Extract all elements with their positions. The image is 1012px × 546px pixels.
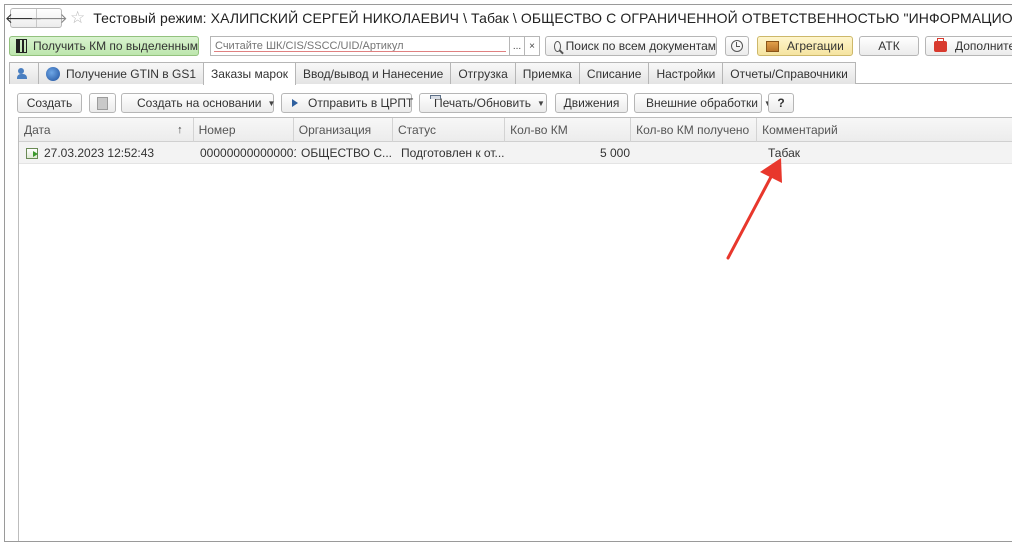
forward-button[interactable]: 🡒 (30, 9, 68, 27)
cell-text: 27.03.2023 12:52:43 (44, 146, 155, 160)
column-header-comment[interactable]: Комментарий (757, 118, 1012, 142)
tab-label: Настройки (656, 66, 716, 81)
briefcase-icon (934, 37, 947, 52)
tab-label: Списание (586, 66, 642, 81)
column-label: Дата (24, 123, 51, 137)
column-header-km-count[interactable]: Кол-во КМ (505, 118, 632, 142)
scan-clear-button[interactable]: × (524, 36, 540, 56)
column-header-date[interactable]: Дата ↑ (19, 118, 194, 142)
tab-reports[interactable]: Отчеты/Справочники (722, 62, 856, 84)
tab-label: Отчеты/Справочники (730, 66, 848, 81)
input-underline (214, 51, 506, 52)
tab-users[interactable] (9, 62, 39, 84)
search-all-documents-button[interactable]: Поиск по всем документам (545, 36, 717, 56)
tab-label: Приемка (522, 66, 572, 81)
forward-arrow-icon: 🡒 (30, 9, 68, 26)
atk-label: АТК (878, 39, 900, 53)
sort-ascending-icon: ↑ (177, 124, 183, 136)
tab-receiving[interactable]: Приемка (514, 62, 580, 84)
column-header-number[interactable]: Номер (194, 118, 294, 142)
app-window: 🡐 🡒 ☆ Тестовый режим: ХАЛИПСКИЙ СЕРГЕЙ Н… (4, 4, 1012, 542)
create-based-on-button[interactable]: Создать на основании ▼ (121, 93, 276, 113)
column-label: Кол-во КМ получено (636, 123, 750, 137)
movements-button[interactable]: Движения (555, 93, 628, 113)
orders-table: Дата ↑ Номер Организация Статус Кол-во К… (18, 117, 1012, 541)
additional-button[interactable]: Дополнител (925, 36, 1012, 56)
table-row[interactable]: 27.03.2023 12:52:43 000000000000001 ОБЩЕ… (19, 142, 1012, 164)
document-icon (97, 96, 108, 110)
scan-field[interactable] (210, 36, 510, 56)
search-icon (554, 40, 561, 52)
help-label: ? (777, 96, 785, 110)
column-label: Статус (398, 123, 436, 137)
column-header-organization[interactable]: Организация (294, 118, 394, 142)
column-header-km-received[interactable]: Кол-во КМ получено (631, 118, 758, 142)
nav-buttons: 🡐 🡒 (5, 8, 68, 28)
column-label: Комментарий (762, 123, 838, 137)
tab-orders[interactable]: Заказы марок (203, 62, 296, 85)
copy-button[interactable] (89, 93, 116, 113)
get-km-button[interactable]: Получить КМ по выделенным (9, 36, 199, 56)
table-header: Дата ↑ Номер Организация Статус Кол-во К… (19, 118, 1012, 142)
qr-code-icon (16, 39, 28, 53)
tab-bar: Получение GTIN в GS1 Заказы марок Ввод/в… (9, 62, 1012, 85)
tab-settings[interactable]: Настройки (648, 62, 724, 84)
users-icon (17, 67, 31, 80)
history-icon (731, 40, 743, 52)
send-label: Отправить в ЦРПТ (308, 96, 414, 110)
tab-label: Отгрузка (458, 66, 508, 81)
external-label: Внешние обработки (646, 96, 758, 110)
cell-comment: Табак (768, 146, 800, 160)
tab-input-output[interactable]: Ввод/вывод и Нанесение (295, 62, 452, 84)
cell-number: 000000000000001 (200, 146, 296, 160)
scan-select-button[interactable]: ... (509, 36, 525, 56)
create-button[interactable]: Создать (17, 93, 82, 113)
create-label: Создать (26, 96, 73, 110)
history-button[interactable] (725, 36, 749, 56)
tab-label: Ввод/вывод и Нанесение (303, 66, 444, 81)
document-toolbar: Создать Создать на основании ▼ Отправить… (5, 89, 1012, 115)
print-label: Печать/Обновить (434, 96, 531, 110)
box-icon (766, 40, 779, 52)
favorite-star-icon[interactable]: ☆ (70, 8, 85, 28)
aggregation-label: Агрегации (787, 39, 844, 53)
document-posted-icon (26, 147, 38, 159)
tab-gtin-gs1[interactable]: Получение GTIN в GS1 (38, 62, 205, 84)
search-all-label: Поиск по всем документам (565, 39, 716, 53)
tab-shipment[interactable]: Отгрузка (450, 62, 516, 84)
play-icon (292, 99, 298, 107)
cell-km-count: 5 000 (599, 146, 630, 160)
column-label: Номер (198, 123, 236, 137)
dropdown-caret-icon: ▼ (267, 98, 276, 108)
help-button[interactable]: ? (768, 93, 794, 113)
get-km-label: Получить КМ по выделенным (33, 39, 198, 53)
atk-button[interactable]: АТК (859, 36, 919, 56)
window-title: Тестовый режим: ХАЛИПСКИЙ СЕРГЕЙ НИКОЛАЕ… (93, 10, 1012, 26)
create-based-label: Создать на основании (137, 96, 262, 110)
top-toolbar: Получить КМ по выделенным ... × Поиск по… (5, 33, 1012, 57)
cell-date: 27.03.2023 12:52:43 (19, 142, 195, 164)
column-header-status[interactable]: Статус (393, 118, 506, 142)
movements-label: Движения (563, 96, 620, 110)
additional-label: Дополнител (955, 39, 1012, 53)
tab-label: Заказы марок (211, 67, 288, 81)
cell-km-received (636, 142, 763, 164)
globe-icon (46, 66, 60, 81)
tab-write-off[interactable]: Списание (578, 62, 650, 84)
cell-organization: ОБЩЕСТВО С... (301, 146, 393, 160)
title-bar: 🡐 🡒 ☆ Тестовый режим: ХАЛИПСКИЙ СЕРГЕЙ Н… (5, 5, 1012, 31)
column-label: Организация (298, 123, 372, 137)
external-processing-button[interactable]: Внешние обработки ▼ (634, 93, 772, 113)
dropdown-caret-icon: ▼ (536, 98, 545, 108)
cell-status: Подготовлен к от... (401, 146, 505, 160)
send-crpt-button[interactable]: Отправить в ЦРПТ (281, 93, 414, 113)
aggregation-button[interactable]: Агрегации (757, 36, 853, 56)
tab-label: Получение GTIN в GS1 (66, 66, 197, 81)
scan-input[interactable] (211, 37, 509, 55)
print-refresh-button[interactable]: Печать/Обновить ▼ (419, 93, 547, 113)
column-label: Кол-во КМ (510, 123, 568, 137)
